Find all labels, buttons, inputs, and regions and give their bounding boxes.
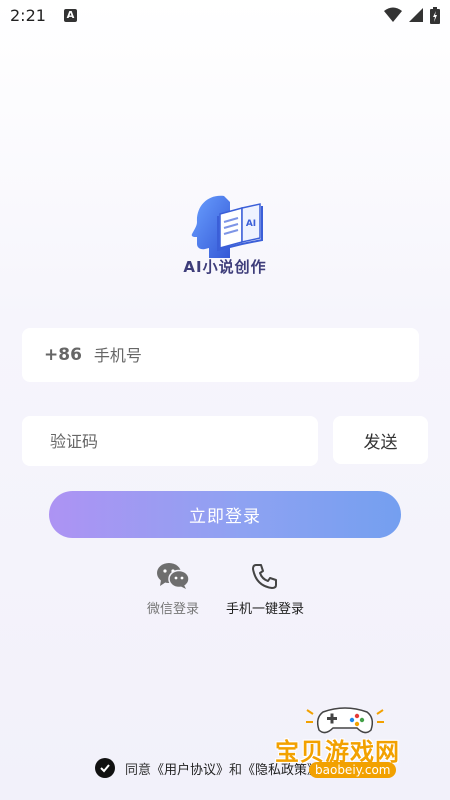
check-icon <box>100 764 110 773</box>
app-logo-text: AI小说创作 <box>183 258 267 276</box>
agree-text: 同意 <box>125 762 152 778</box>
status-bar: 2:21 A <box>0 0 450 30</box>
phone-login-label: 手机一键登录 <box>225 602 304 617</box>
phone-icon <box>252 564 277 589</box>
wechat-login-label: 微信登录 <box>146 602 199 617</box>
watermark-url: baobeiy.com <box>309 762 397 778</box>
signal-icon <box>409 8 423 22</box>
wifi-icon <box>384 7 402 22</box>
wechat-login-button[interactable]: 微信登录 <box>138 562 208 617</box>
logo-badge-text: AI <box>246 219 256 229</box>
a-notification-icon: A <box>63 8 77 22</box>
phone-field[interactable]: +86 <box>22 328 419 382</box>
phone-input[interactable] <box>93 345 419 365</box>
login-button[interactable]: 立即登录 <box>49 491 401 538</box>
phone-one-click-login-button[interactable]: 手机一键登录 <box>218 562 312 617</box>
verification-code-input[interactable] <box>50 431 318 451</box>
status-icons <box>384 6 440 24</box>
user-agreement-link[interactable]: 《用户协议》 <box>151 759 229 778</box>
status-time: 2:21 <box>10 5 46 25</box>
country-code[interactable]: +86 <box>44 345 82 365</box>
battery-icon <box>430 6 440 24</box>
send-code-button[interactable]: 发送 <box>333 416 428 464</box>
wechat-icon <box>157 563 190 589</box>
watermark: 宝贝游戏网 baobeiy.com <box>275 700 435 785</box>
verification-code-field[interactable] <box>22 416 318 466</box>
agreement-checkbox[interactable] <box>95 758 115 778</box>
and-text: 和 <box>229 762 243 778</box>
